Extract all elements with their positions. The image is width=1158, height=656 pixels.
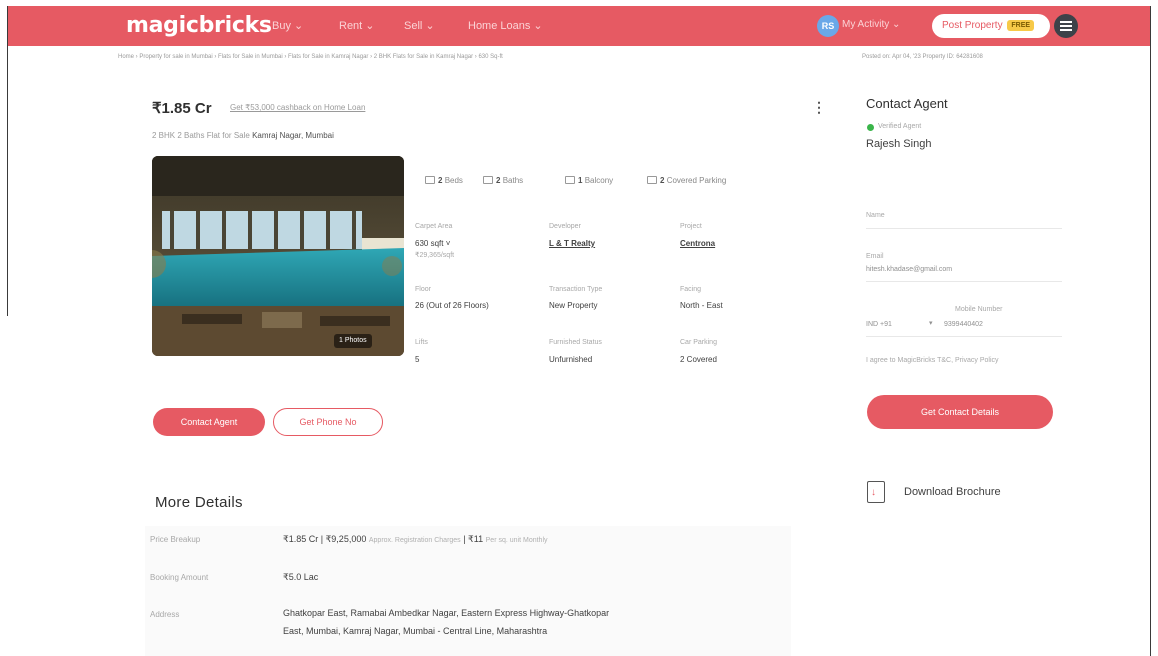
user-avatar[interactable]: RS	[817, 15, 839, 37]
subtitle-locality[interactable]: Kamraj Nagar, Mumbai	[252, 131, 334, 140]
developer-label: Developer	[549, 223, 581, 230]
window-edge-left	[7, 6, 8, 316]
name-field-underline	[866, 228, 1062, 229]
email-field[interactable]: hitesh.khadase@gmail.com	[866, 266, 952, 273]
beds-amenity: 2 Beds	[425, 176, 463, 185]
carpet-area-label: Carpet Area	[415, 223, 453, 230]
furnished-status-label: Furnished Status	[549, 339, 602, 346]
more-details-table	[145, 526, 791, 656]
booking-amount-value: ₹5.0 Lac	[283, 572, 319, 582]
post-property-button[interactable]: Post Property FREE	[932, 14, 1050, 38]
subtitle-prefix: 2 BHK 2 Baths Flat for Sale	[152, 131, 250, 140]
address-label: Address	[150, 610, 180, 619]
get-contact-details-button[interactable]: Get Contact Details	[867, 395, 1053, 429]
agent-name[interactable]: Rajesh Singh	[866, 138, 931, 150]
get-phone-number-button[interactable]: Get Phone No	[273, 408, 383, 436]
download-brochure-icon[interactable]: ↓	[867, 481, 885, 503]
developer-link[interactable]: L & T Realty	[549, 239, 595, 248]
project-label: Project	[680, 223, 702, 230]
car-parking-value: 2 Covered	[680, 355, 717, 364]
nav-buy[interactable]: Buy ⌄	[272, 19, 303, 32]
window-edge-right	[1150, 6, 1151, 656]
lifts-label: Lifts	[415, 339, 428, 346]
floor-label: Floor	[415, 286, 431, 293]
parking-icon	[647, 176, 657, 184]
booking-amount-label: Booking Amount	[150, 573, 209, 582]
listing-subtitle: 2 BHK 2 Baths Flat for Sale Kamraj Nagar…	[152, 131, 334, 140]
lifts-value: 5	[415, 355, 420, 364]
verified-status-icon	[867, 124, 874, 131]
breadcrumb[interactable]: Home › Property for sale in Mumbai › Fla…	[118, 54, 503, 60]
more-details-heading: More Details	[155, 494, 243, 511]
price-breakup-value: ₹1.85 Cr | ₹9,25,000 Approx. Registratio…	[283, 534, 548, 544]
property-summary-card	[406, 162, 764, 362]
nav-sell[interactable]: Sell ⌄	[404, 19, 435, 32]
magicbricks-logo[interactable]: magicbricks	[126, 13, 272, 38]
terms-consent-text[interactable]: I agree to MagicBricks T&C, Privacy Poli…	[866, 357, 999, 364]
contact-agent-button[interactable]: Contact Agent	[153, 408, 265, 436]
top-navbar: magicbricks Buy ⌄ Rent ⌄ Sell ⌄ Home Loa…	[8, 6, 1150, 46]
car-parking-label: Car Parking	[680, 339, 717, 346]
project-link[interactable]: Centrona	[680, 239, 715, 248]
address-line-2: East, Mumbai, Kamraj Nagar, Mumbai - Cen…	[283, 626, 548, 636]
hamburger-menu-icon[interactable]	[1054, 14, 1078, 38]
price-per-sqft: ₹29,365/sqft	[415, 252, 455, 259]
price-breakup-label: Price Breakup	[150, 535, 201, 544]
name-field[interactable]: Name	[866, 212, 885, 219]
verified-agent-label: Verified Agent	[878, 123, 922, 130]
parking-amenity: 2 Covered Parking	[647, 176, 726, 185]
mobile-number-label: Mobile Number	[955, 306, 1003, 313]
email-field-underline	[866, 281, 1062, 282]
balcony-amenity: 1 Balcony	[565, 176, 613, 185]
property-photo[interactable]	[152, 156, 404, 356]
facing-label: Facing	[680, 286, 702, 293]
carpet-area-value[interactable]: 630 sqft ˅	[415, 239, 450, 248]
download-brochure-link[interactable]: Download Brochure	[904, 486, 1001, 498]
contact-agent-heading: Contact Agent	[866, 96, 948, 111]
mobile-number-field[interactable]: 9399440402	[944, 321, 983, 328]
posted-date-property-id: Posted on: Apr 04, '23 Property ID: 6428…	[862, 54, 983, 60]
facing-value: North - East	[680, 301, 723, 310]
baths-amenity: 2 Baths	[483, 176, 523, 185]
free-badge: FREE	[1007, 20, 1035, 31]
email-label: Email	[866, 253, 884, 260]
nav-rent[interactable]: Rent ⌄	[339, 19, 375, 32]
floor-value: 26 (Out of 26 Floors)	[415, 301, 489, 310]
home-loan-cashback-link[interactable]: Get ₹53,000 cashback on Home Loan	[230, 103, 365, 112]
post-property-label: Post Property	[942, 20, 1003, 31]
country-code-chevron-icon[interactable]: ▾	[929, 319, 933, 327]
bath-icon	[483, 176, 493, 184]
mobile-field-underline	[866, 336, 1062, 337]
more-options-icon[interactable]: ⋮	[812, 99, 826, 116]
transaction-type-value: New Property	[549, 301, 598, 310]
listing-price: ₹1.85 Cr	[152, 100, 212, 117]
bed-icon	[425, 176, 435, 184]
my-activity-menu[interactable]: My Activity ⌄	[842, 19, 900, 30]
address-line-1: Ghatkopar East, Ramabai Ambedkar Nagar, …	[283, 608, 610, 618]
country-code-select[interactable]: IND +91	[866, 321, 892, 328]
photo-count-badge[interactable]: 1 Photos	[334, 334, 372, 348]
transaction-type-label: Transaction Type	[549, 286, 603, 293]
nav-home-loans[interactable]: Home Loans ⌄	[468, 19, 543, 32]
balcony-icon	[565, 176, 575, 184]
furnished-status-value: Unfurnished	[549, 355, 593, 364]
